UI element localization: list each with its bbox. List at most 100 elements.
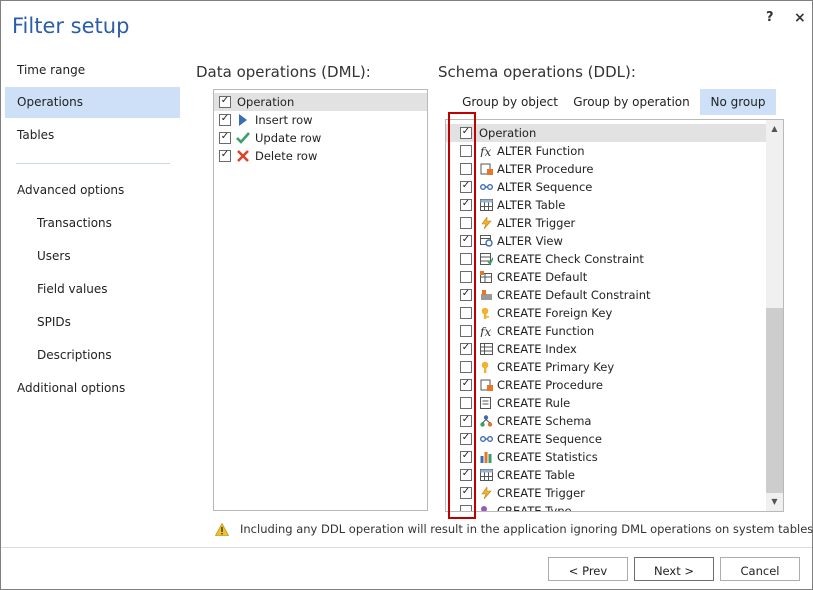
ddl-checkbox-create-table[interactable] xyxy=(460,469,472,481)
play-arrow-icon xyxy=(239,114,247,126)
sequence-icon xyxy=(480,436,493,442)
warning-text: Including any DDL operation will result … xyxy=(240,522,813,536)
ddl-checkbox-alter-procedure[interactable] xyxy=(460,163,472,175)
dml-checkbox-insert[interactable] xyxy=(219,114,231,126)
ddl-row-create-foreign-key[interactable]: CREATE Foreign Key xyxy=(446,304,766,322)
dml-checkbox-delete[interactable] xyxy=(219,150,231,162)
scroll-up-arrow-icon[interactable]: ▲ xyxy=(766,120,783,137)
ddl-checkbox-create-foreign-key[interactable] xyxy=(460,307,472,319)
procedure-icon xyxy=(480,163,493,175)
ddl-row-create-statistics[interactable]: CREATE Statistics xyxy=(446,448,766,466)
scroll-down-arrow-icon[interactable]: ▼ xyxy=(766,493,783,510)
primary-key-icon xyxy=(481,361,489,373)
ddl-row-create-index[interactable]: CREATE Index xyxy=(446,340,766,358)
ddl-checkbox-alter-trigger[interactable] xyxy=(460,217,472,229)
ddl-row-create-table[interactable]: CREATE Table xyxy=(446,466,766,484)
close-button[interactable]: × xyxy=(794,10,806,26)
function-icon: fx xyxy=(480,325,491,337)
ddl-checkbox-alter-function[interactable] xyxy=(460,145,472,157)
ddl-checkbox-create-index[interactable] xyxy=(460,343,472,355)
ddl-checkbox-alter-view[interactable] xyxy=(460,235,472,247)
ddl-checkbox-create-default[interactable] xyxy=(460,271,472,283)
view-icon xyxy=(480,235,493,247)
ddl-row-create-primary-key[interactable]: CREATE Primary Key xyxy=(446,358,766,376)
ddl-row-create-trigger[interactable]: CREATE Trigger xyxy=(446,484,766,502)
ddl-row-create-sequence[interactable]: CREATE Sequence xyxy=(446,430,766,448)
svg-text:fx: fx xyxy=(480,145,491,157)
ddl-row-alter-view[interactable]: ALTER View xyxy=(446,232,766,250)
ddl-checkbox-alter-table[interactable] xyxy=(460,199,472,211)
ddl-row-create-type[interactable]: CREATE Type xyxy=(446,502,766,511)
next-button[interactable]: Next > xyxy=(634,557,714,581)
tab-no-group[interactable]: No group xyxy=(700,89,776,115)
nav-item-tables[interactable]: Tables xyxy=(5,120,180,151)
ddl-label-create-sequence: CREATE Sequence xyxy=(497,432,602,446)
function-icon: fx xyxy=(480,145,491,157)
type-icon xyxy=(481,506,487,511)
ddl-checkbox-create-schema[interactable] xyxy=(460,415,472,427)
ddl-row-create-procedure[interactable]: CREATE Procedure xyxy=(446,376,766,394)
nav-item-users[interactable]: Users xyxy=(5,241,180,272)
ddl-row-alter-function[interactable]: fx ALTER Function xyxy=(446,142,766,160)
ddl-label-create-trigger: CREATE Trigger xyxy=(497,486,585,500)
nav-item-descriptions[interactable]: Descriptions xyxy=(5,340,180,371)
ddl-row-alter-table[interactable]: ALTER Table xyxy=(446,196,766,214)
ddl-checkbox-create-sequence[interactable] xyxy=(460,433,472,445)
dml-row-delete[interactable]: Delete row xyxy=(214,147,427,165)
nav-item-operations[interactable]: Operations xyxy=(5,87,180,118)
table-icon xyxy=(480,199,493,211)
ddl-checkbox-create-procedure[interactable] xyxy=(460,379,472,391)
foreign-key-icon xyxy=(481,307,489,319)
ddl-row-create-function[interactable]: fx CREATE Function xyxy=(446,322,766,340)
statistics-icon xyxy=(480,452,492,463)
nav-item-advanced-options[interactable]: Advanced options xyxy=(5,175,180,206)
help-button[interactable]: ? xyxy=(766,10,774,25)
tab-group-by-object[interactable]: Group by object xyxy=(459,89,561,115)
ddl-row-alter-procedure[interactable]: ALTER Procedure xyxy=(446,160,766,178)
ddl-scrollbar-thumb[interactable] xyxy=(766,308,783,493)
ddl-row-alter-sequence[interactable]: ALTER Sequence xyxy=(446,178,766,196)
nav-item-transactions[interactable]: Transactions xyxy=(5,208,180,239)
svg-text:fx: fx xyxy=(480,325,491,337)
ddl-checkbox-create-function[interactable] xyxy=(460,325,472,337)
dml-row-update[interactable]: Update row xyxy=(214,129,427,147)
nav-item-time-range[interactable]: Time range xyxy=(5,55,180,86)
ddl-checkbox-create-check-constraint[interactable] xyxy=(460,253,472,265)
ddl-label-create-function: CREATE Function xyxy=(497,324,595,338)
red-x-icon xyxy=(237,150,249,162)
nav-item-field-values[interactable]: Field values xyxy=(5,274,180,305)
ddl-row-create-schema[interactable]: CREATE Schema xyxy=(446,412,766,430)
index-icon xyxy=(480,343,493,355)
ddl-checkbox-create-default-constraint[interactable] xyxy=(460,289,472,301)
ddl-row-create-rule[interactable]: CREATE Rule xyxy=(446,394,766,412)
schema-icon xyxy=(480,415,493,427)
check-mark-icon xyxy=(236,132,250,144)
dml-checkbox-update[interactable] xyxy=(219,132,231,144)
prev-button[interactable]: < Prev xyxy=(548,557,628,581)
ddl-label-alter-function: ALTER Function xyxy=(497,144,585,158)
ddl-label-create-schema: CREATE Schema xyxy=(497,414,592,428)
nav-item-spids[interactable]: SPIDs xyxy=(5,307,180,338)
dml-row-insert[interactable]: Insert row xyxy=(214,111,427,129)
ddl-row-create-check-constraint[interactable]: CREATE Check Constraint xyxy=(446,250,766,268)
dml-header-checkbox[interactable] xyxy=(219,96,231,108)
trigger-icon xyxy=(481,217,492,229)
ddl-checkbox-create-type[interactable] xyxy=(460,505,472,511)
ddl-checkbox-alter-sequence[interactable] xyxy=(460,181,472,193)
ddl-checkbox-create-statistics[interactable] xyxy=(460,451,472,463)
tab-group-by-operation[interactable]: Group by operation xyxy=(571,89,692,115)
ddl-label-create-index: CREATE Index xyxy=(497,342,577,356)
warning-icon xyxy=(215,523,229,536)
ddl-checkbox-create-primary-key[interactable] xyxy=(460,361,472,373)
ddl-header-checkbox[interactable] xyxy=(460,127,472,139)
ddl-checkbox-create-rule[interactable] xyxy=(460,397,472,409)
ddl-row-alter-trigger[interactable]: ALTER Trigger xyxy=(446,214,766,232)
ddl-row-create-default[interactable]: CREATE Default xyxy=(446,268,766,286)
cancel-button[interactable]: Cancel xyxy=(720,557,800,581)
table-icon xyxy=(480,469,493,481)
nav-item-additional-options[interactable]: Additional options xyxy=(5,373,180,404)
ddl-section-title: Schema operations (DDL): xyxy=(438,63,636,81)
default-icon xyxy=(480,271,492,283)
ddl-row-create-default-constraint[interactable]: CREATE Default Constraint xyxy=(446,286,766,304)
ddl-checkbox-create-trigger[interactable] xyxy=(460,487,472,499)
